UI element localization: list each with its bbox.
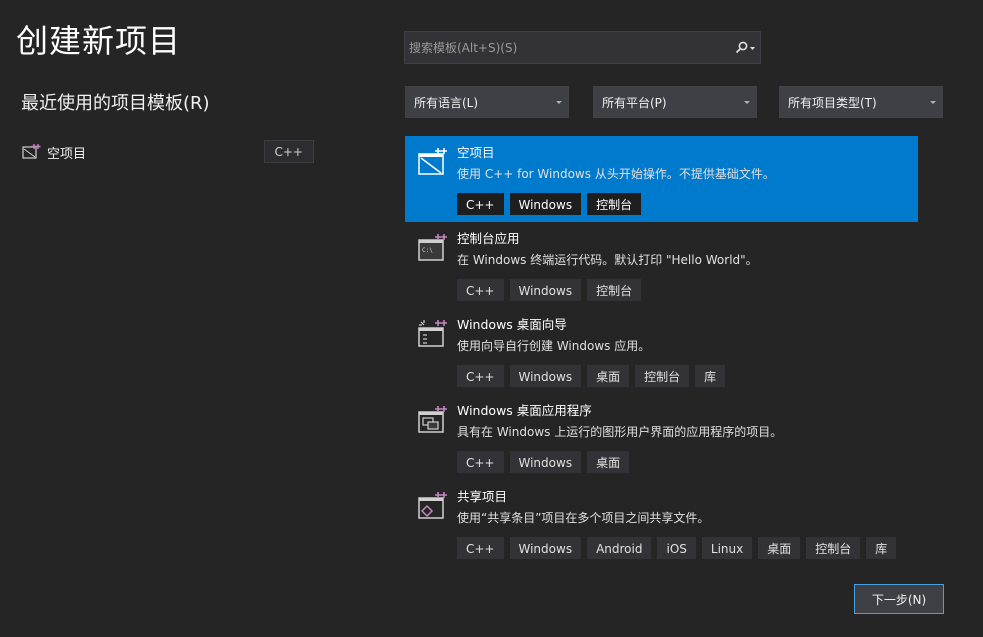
desktop-app-icon	[417, 404, 449, 436]
tag: 控制台	[806, 537, 861, 559]
shared-project-icon	[417, 490, 449, 522]
template-tags: C++ Windows 控制台	[457, 279, 918, 301]
empty-project-icon	[21, 143, 41, 161]
template-name: 空项目	[457, 145, 495, 160]
recent-item-empty-project[interactable]: 空项目 C++	[21, 140, 314, 164]
tag: Windows	[509, 451, 582, 473]
tag: 库	[866, 537, 897, 559]
project-type-filter-value: 所有项目类型(T)	[788, 95, 877, 110]
tag: 桌面	[758, 537, 801, 559]
tag: Windows	[509, 279, 582, 301]
tag: 控制台	[587, 279, 642, 301]
platform-filter-value: 所有平台(P)	[602, 95, 667, 110]
console-app-icon: C:\	[417, 232, 449, 264]
template-empty-project[interactable]: 空项目 使用 C++ for Windows 从头开始操作。不提供基础文件。 C…	[405, 136, 918, 222]
template-description: 在 Windows 终端运行代码。默认打印 "Hello World"。	[457, 253, 758, 267]
template-name: Windows 桌面向导	[457, 317, 567, 332]
template-tags: C++ Windows 桌面 控制台 库	[457, 365, 918, 387]
project-type-filter[interactable]: 所有项目类型(T)	[779, 86, 943, 118]
chevron-down-icon	[744, 101, 750, 104]
page-title: 创建新项目	[16, 22, 182, 60]
template-desktop-app[interactable]: Windows 桌面应用程序 具有在 Windows 上运行的图形用户界面的应用…	[405, 394, 918, 480]
tag: iOS	[657, 537, 696, 559]
template-name: Windows 桌面应用程序	[457, 403, 592, 418]
tag: Windows	[509, 193, 582, 215]
desktop-wizard-icon	[417, 318, 449, 350]
search-button[interactable]	[730, 32, 760, 63]
tag: Linux	[701, 537, 753, 559]
tag: Windows	[509, 365, 582, 387]
template-description: 使用“共享条目”项目在多个项目之间共享文件。	[457, 511, 710, 525]
language-filter[interactable]: 所有语言(L)	[405, 86, 569, 118]
chevron-down-icon	[556, 101, 562, 104]
tag: 桌面	[587, 365, 630, 387]
template-name: 控制台应用	[457, 231, 520, 246]
tag: 控制台	[635, 365, 690, 387]
search-icon	[735, 41, 755, 53]
tag: C++	[457, 193, 504, 215]
template-description: 使用 C++ for Windows 从头开始操作。不提供基础文件。	[457, 167, 775, 181]
template-console-app[interactable]: C:\ 控制台应用 在 Windows 终端运行代码。默认打印 "Hello W…	[405, 222, 918, 308]
empty-project-icon	[417, 146, 449, 178]
template-description: 使用向导自行创建 Windows 应用。	[457, 339, 651, 353]
chevron-down-icon	[930, 101, 936, 104]
platform-filter[interactable]: 所有平台(P)	[593, 86, 757, 118]
tag: 库	[695, 365, 726, 387]
svg-text:C:\: C:\	[422, 247, 433, 254]
template-desktop-wizard[interactable]: Windows 桌面向导 使用向导自行创建 Windows 应用。 C++ Wi…	[405, 308, 918, 394]
tag: C++	[457, 537, 504, 559]
tag: C++	[457, 365, 504, 387]
tag: C++	[457, 279, 504, 301]
recent-item-label: 空项目	[47, 146, 87, 162]
search-input[interactable]	[405, 32, 730, 63]
search-box[interactable]	[404, 31, 761, 64]
tag: Android	[587, 537, 652, 559]
template-tags: C++ Windows 桌面	[457, 451, 918, 473]
template-list: 空项目 使用 C++ for Windows 从头开始操作。不提供基础文件。 C…	[405, 136, 918, 566]
template-tags: C++ Windows Android iOS Linux 桌面 控制台 库	[457, 537, 918, 559]
template-description: 具有在 Windows 上运行的图形用户界面的应用程序的项目。	[457, 425, 783, 439]
template-tags: C++ Windows 控制台	[457, 193, 918, 215]
recent-item-tag: C++	[263, 140, 314, 163]
tag: Windows	[509, 537, 582, 559]
tag: 桌面	[587, 451, 630, 473]
template-name: 共享项目	[457, 489, 508, 504]
tag: 控制台	[587, 193, 642, 215]
next-button[interactable]: 下一步(N)	[854, 584, 944, 614]
tag: C++	[457, 451, 504, 473]
recent-title: 最近使用的项目模板(R)	[21, 93, 210, 114]
template-shared-project[interactable]: 共享项目 使用“共享条目”项目在多个项目之间共享文件。 C++ Windows …	[405, 480, 918, 566]
language-filter-value: 所有语言(L)	[414, 95, 479, 110]
